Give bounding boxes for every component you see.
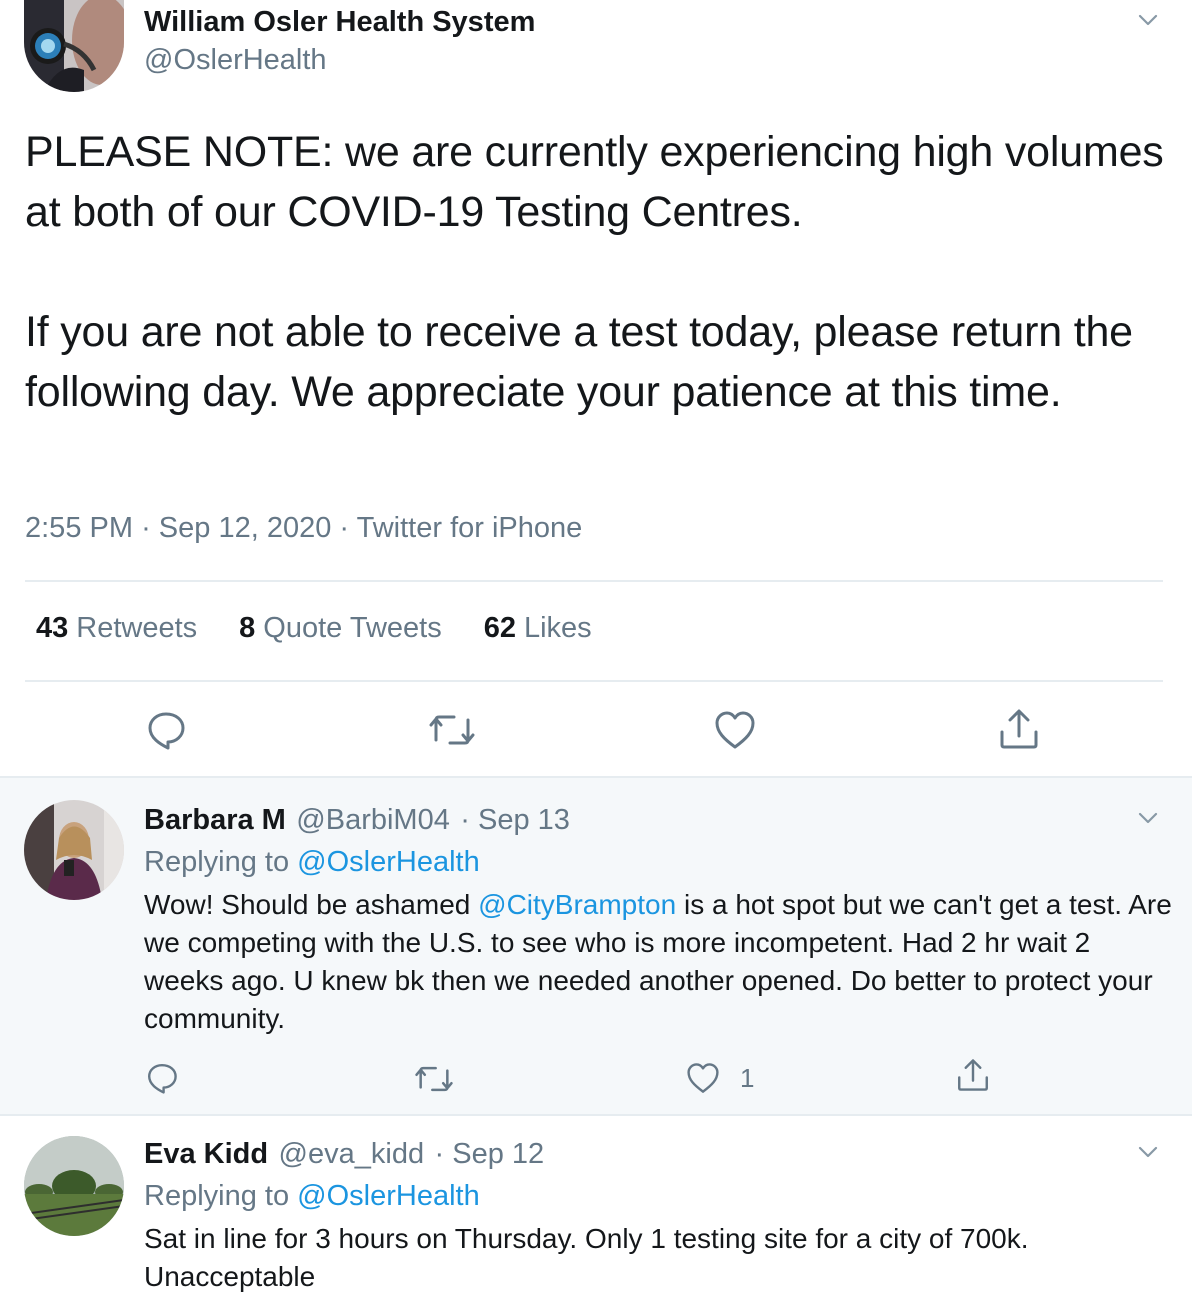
replying-to-link[interactable]: @OslerHealth [297,846,480,878]
retweets-label: Retweets [76,612,198,644]
tweet-stats: 43 Retweets 8 Quote Tweets 62 Likes [36,612,592,645]
divider [25,580,1163,582]
tweet-text: PLEASE NOTE: we are currently experienci… [25,128,1164,416]
divider [25,680,1163,682]
replying-to: Replying to @OslerHealth [144,846,480,879]
reply-author-handle[interactable]: @BarbiM04 [296,804,450,836]
like-count: 1 [740,1062,755,1093]
tweet-time[interactable]: 2:55 PM [25,512,133,544]
reply-tweet[interactable]: Barbara M @BarbiM04 · Sep 13 Replying to… [0,776,1192,1116]
like-button[interactable]: 1 [686,1062,754,1094]
tweet-date[interactable]: Sep 12, 2020 [159,512,332,544]
quote-tweets-count: 8 [239,612,256,644]
reply-date[interactable]: · Sep 13 [460,804,570,836]
reply-author-name[interactable]: Eva Kidd [144,1138,268,1170]
reply-icon [148,712,185,750]
share-icon [958,1059,988,1091]
reply-button[interactable] [146,1062,178,1094]
chevron-down-icon[interactable] [1136,806,1160,830]
reply-tweet[interactable]: Eva Kidd @eva_kidd · Sep 12 Replying to … [0,1114,1192,1304]
author-handle[interactable]: @OslerHealth [144,44,327,77]
tweet-source[interactable]: Twitter for iPhone [357,512,583,544]
author-name[interactable]: William Osler Health System [144,6,535,39]
reply-author-name[interactable]: Barbara M [144,804,286,836]
mention-link[interactable]: @CityBrampton [478,889,676,920]
reply-icon [148,1064,177,1094]
chevron-down-icon[interactable] [1136,1140,1160,1164]
likes-label: Likes [523,612,592,644]
share-button[interactable] [956,1058,990,1092]
replying-to: Replying to @OslerHealth [144,1180,480,1213]
author-avatar[interactable] [24,0,124,92]
share-button[interactable] [998,708,1040,750]
heart-icon [715,711,755,749]
chevron-down-icon[interactable] [1136,8,1160,32]
quote-tweets-label: Quote Tweets [263,612,442,644]
separator: · [339,512,350,544]
retweets-count: 43 [36,612,69,644]
replying-to-link[interactable]: @OslerHealth [297,1180,480,1212]
reply-text: Sat in line for 3 hours on Thursday. Onl… [144,1223,1029,1292]
main-tweet: William Osler Health System @OslerHealth… [0,0,1196,778]
quote-tweets-stat[interactable]: 8 Quote Tweets [239,612,442,645]
replying-prefix: Replying to [144,1180,290,1212]
avatar[interactable] [24,800,124,900]
reply-header: Barbara M @BarbiM04 · Sep 13 [144,804,570,837]
retweets-stat[interactable]: 43 Retweets [36,612,197,645]
avatar[interactable] [24,1136,124,1236]
share-icon [1000,709,1038,749]
like-button[interactable] [714,710,756,750]
reply-text: Wow! Should be ashamed @CityBrampton is … [144,886,1174,1038]
separator: · [141,512,151,544]
reply-text-part: Wow! Should be ashamed [144,889,479,920]
heart-icon [687,1063,719,1093]
retweet-button[interactable] [428,712,476,748]
retweet-button[interactable] [414,1064,454,1094]
reply-date[interactable]: · Sep 12 [435,1138,545,1170]
likes-count: 62 [483,612,516,644]
likes-stat[interactable]: 62 Likes [484,612,592,645]
retweet-icon [429,715,475,745]
reply-button[interactable] [146,710,186,750]
reply-author-handle[interactable]: @eva_kidd [279,1138,425,1170]
retweet-icon [415,1066,453,1092]
reply-header: Eva Kidd @eva_kidd · Sep 12 [144,1138,544,1171]
tweet-meta: 2:55 PM · Sep 12, 2020 · Twitter for iPh… [25,512,582,545]
replying-prefix: Replying to [144,846,290,878]
